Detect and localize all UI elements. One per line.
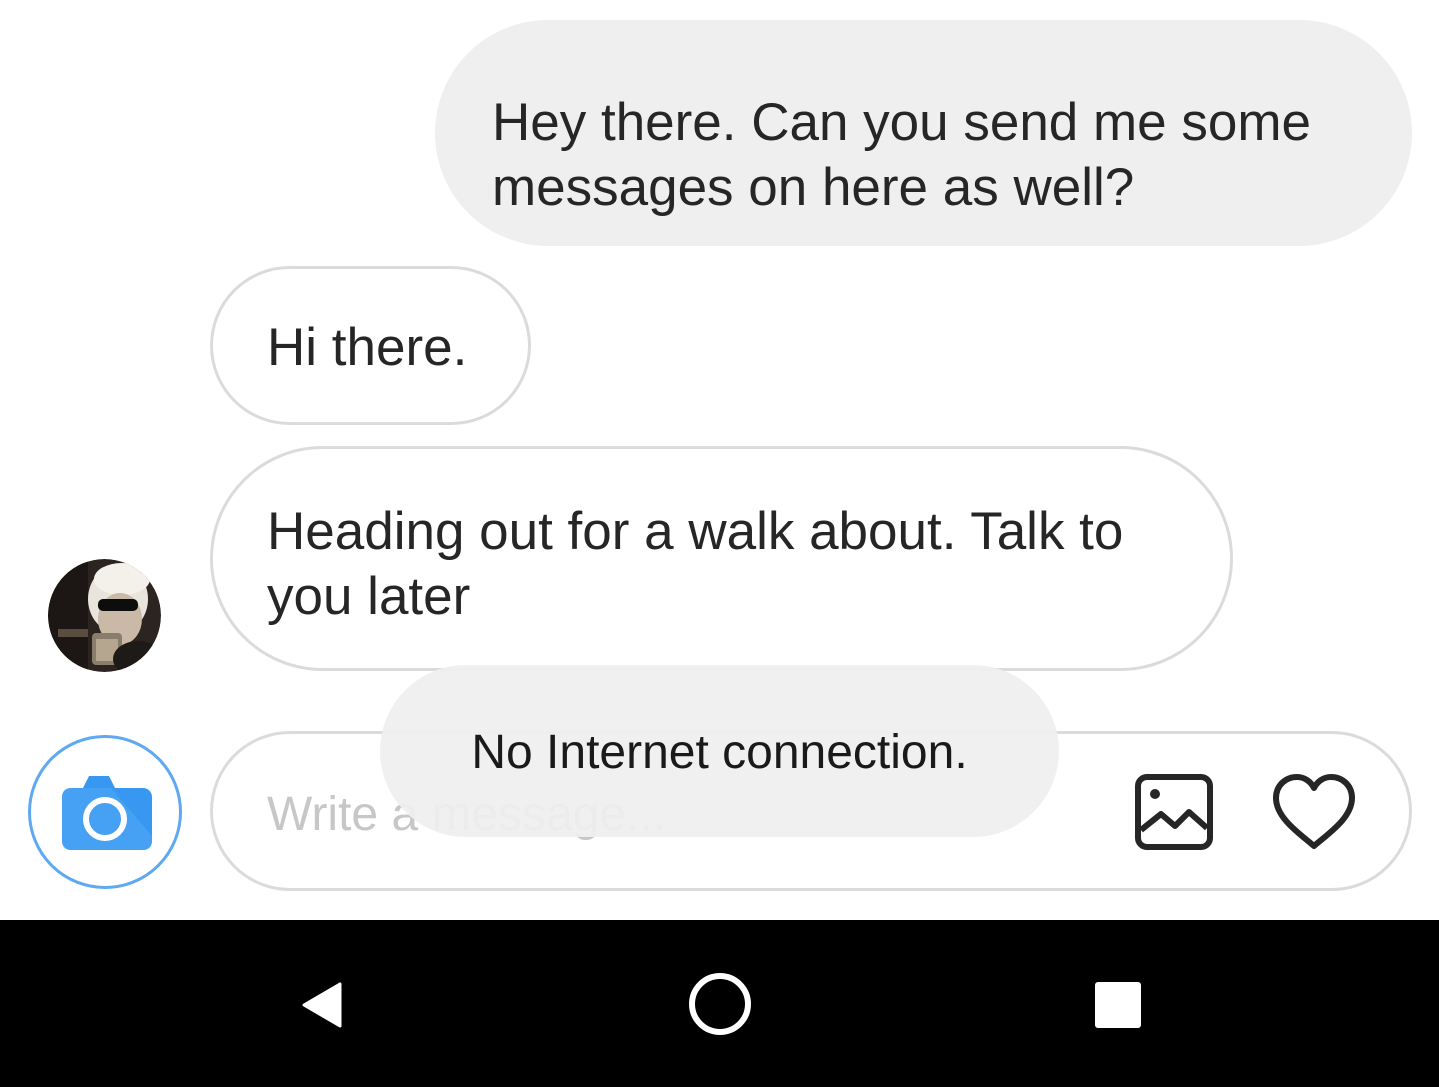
sent-message-bubble[interactable]: Hey there. Can you send me some messages… (435, 20, 1412, 246)
heart-icon (1273, 774, 1355, 849)
nav-home-icon (689, 973, 751, 1035)
message-text: Hey there. Can you send me some messages… (492, 93, 1311, 217)
nav-recents-button[interactable] (1095, 982, 1141, 1028)
like-button[interactable] (1270, 772, 1358, 852)
gallery-button[interactable] (1133, 772, 1215, 852)
nav-home-button[interactable] (686, 970, 754, 1038)
system-navigation-bar (0, 920, 1439, 1087)
message-text: Heading out for a walk about. Talk to yo… (267, 502, 1124, 626)
image-gallery-icon (1135, 774, 1213, 850)
toast-text: No Internet connection. (471, 726, 968, 779)
avatar-photo (48, 559, 161, 672)
avatar[interactable] (48, 559, 161, 672)
toast-notification: No Internet connection. (380, 665, 1059, 837)
received-message-bubble[interactable]: Hi there. (210, 266, 531, 425)
message-text: Hi there. (267, 318, 468, 377)
camera-button[interactable] (28, 735, 182, 889)
camera-icon (62, 776, 152, 850)
chat-screen: Hey there. Can you send me some messages… (0, 0, 1439, 1087)
received-message-bubble[interactable]: Heading out for a walk about. Talk to yo… (210, 446, 1233, 671)
nav-back-icon (302, 982, 342, 1028)
nav-back-button[interactable] (296, 980, 346, 1030)
